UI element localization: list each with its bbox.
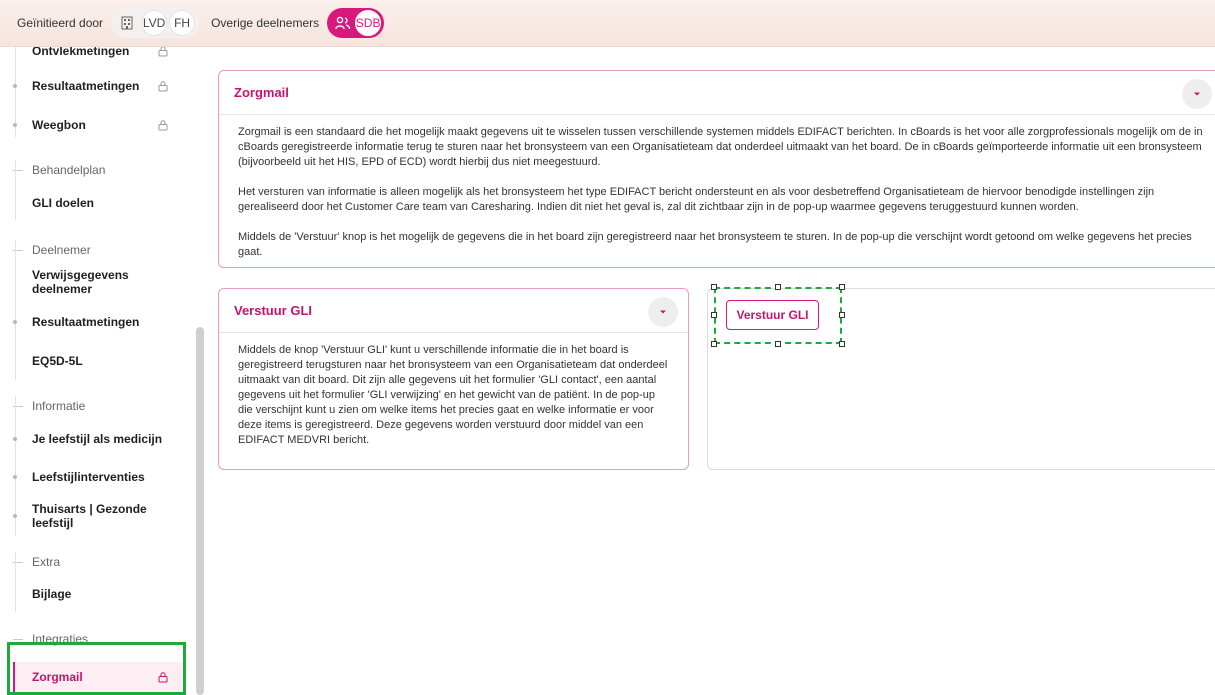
initiator-avatar-lvd[interactable]: LVD [141, 10, 168, 36]
collapse-toggle-button[interactable] [1182, 79, 1212, 109]
verstuur-card-header[interactable]: Verstuur GLI [219, 289, 688, 333]
bullet-icon [13, 320, 17, 324]
people-icon [335, 16, 351, 30]
building-icon [117, 13, 137, 33]
paragraph: Het versturen van informatie is alleen m… [238, 186, 1155, 213]
zorgmail-card-header[interactable]: Zorgmail [219, 71, 1215, 115]
sidebar-item-gli-doelen[interactable]: GLI doelen [13, 191, 185, 215]
bullet-icon [13, 437, 17, 441]
sidebar-item-resultaatmetingen-2[interactable]: Resultaatmetingen [13, 310, 185, 334]
bullet-icon [13, 475, 17, 479]
bullet-icon [13, 514, 17, 518]
sidebar-item-bijlage[interactable]: Bijlage [13, 582, 185, 606]
other-participants-label: Overige deelnemers [211, 16, 320, 30]
bullet-icon [13, 123, 17, 127]
top-bar: Geïnitieerd door LVD FH Overige deelneme… [0, 0, 1215, 47]
bullet-icon [13, 84, 17, 88]
section-extra: Extra [13, 552, 185, 572]
lock-icon [158, 47, 168, 57]
initiator-avatar-fh[interactable]: FH [169, 10, 196, 36]
collapse-toggle-button[interactable] [648, 297, 678, 327]
section-behandelplan: Behandelplan [13, 160, 185, 180]
verstuur-card-body: Middels de knop 'Verstuur GLI' kunt u ve… [219, 333, 688, 458]
paragraph: Middels de knop 'Verstuur GLI' kunt u ve… [238, 344, 668, 446]
sidebar-item-label: Weegbon [32, 118, 86, 132]
chevron-down-icon [660, 310, 666, 314]
section-informatie: Informatie [13, 396, 185, 416]
sidebar-item-resultaatmetingen[interactable]: Resultaatmetingen [13, 74, 185, 98]
sidebar-item-leefstijl-medicijn[interactable]: Je leefstijl als medicijn [13, 427, 185, 451]
initiated-by-label: Geïnitieerd door [17, 16, 104, 30]
card-title: Verstuur GLI [234, 303, 313, 318]
lock-icon [158, 81, 168, 92]
resize-handle[interactable] [711, 312, 717, 318]
sidebar-item-eq5d[interactable]: EQ5D-5L [13, 349, 185, 373]
sidebar-item-weegbon[interactable]: Weegbon [13, 113, 185, 137]
sidebar-item-thuisarts[interactable]: Thuisarts | Gezonde leefstijl [13, 502, 185, 530]
paragraph: Middels de 'Verstuur' knop is het mogeli… [238, 231, 1192, 258]
resize-handle[interactable] [775, 284, 781, 290]
sidebar-scrollbar[interactable] [196, 327, 204, 695]
sidebar-item-leefstijlinterventies[interactable]: Leefstijlinterventies [13, 465, 185, 489]
resize-handle[interactable] [839, 341, 845, 347]
resize-handle[interactable] [711, 341, 717, 347]
chevron-down-icon [1194, 92, 1200, 96]
card-title: Zorgmail [234, 85, 289, 100]
initiators-group[interactable]: LVD FH [111, 8, 200, 38]
sidebar: Ontvlekmetingen Resultaatmetingen Weegbo… [0, 47, 205, 695]
zorgmail-card-body: Zorgmail is een standaard die het mogeli… [219, 115, 1215, 270]
resize-handle[interactable] [839, 284, 845, 290]
resize-handle[interactable] [775, 341, 781, 347]
participants-group[interactable]: SDB [327, 8, 385, 38]
sidebar-item-verwijsgegevens[interactable]: Verwijsgegevens deelnemer [13, 268, 185, 296]
section-deelnemer: Deelnemer [13, 240, 185, 260]
paragraph: Zorgmail is een standaard die het mogeli… [238, 126, 1203, 168]
verstuur-gli-card: Verstuur GLI Middels de knop 'Verstuur G… [218, 288, 689, 470]
sidebar-item-label: Resultaatmetingen [32, 79, 140, 93]
sidebar-item-ontvlekmetingen[interactable]: Ontvlekmetingen [13, 47, 185, 63]
zorgmail-card: Zorgmail Zorgmail is een standaard die h… [218, 70, 1215, 268]
resize-handle[interactable] [711, 284, 717, 290]
focus-highlight [7, 642, 186, 695]
participant-avatar-sdb[interactable]: SDB [355, 10, 382, 36]
lock-icon [158, 120, 168, 131]
verstuur-gli-button[interactable]: Verstuur GLI [726, 300, 819, 330]
resize-handle[interactable] [839, 312, 845, 318]
